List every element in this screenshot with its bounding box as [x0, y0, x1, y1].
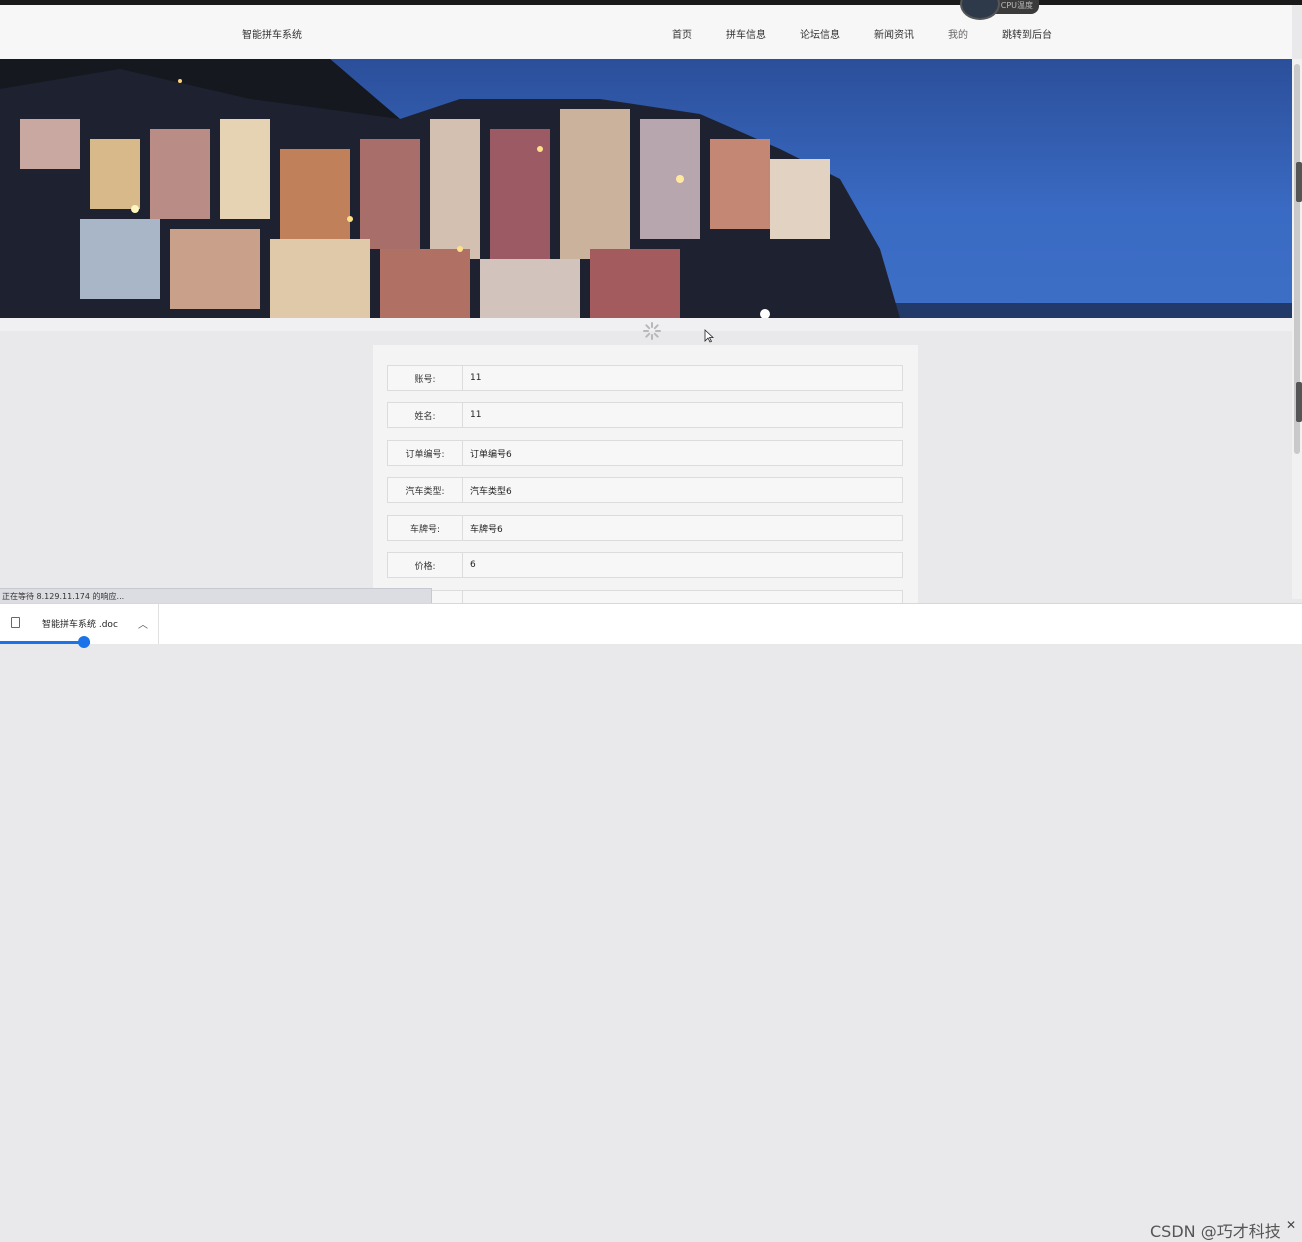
hero-banner-image: [0, 59, 1292, 318]
banner-illustration: [0, 59, 1292, 318]
watermark-text: CSDN @巧才科技: [1150, 1222, 1281, 1241]
detail-row-car-type: 汽车类型: 汽车类型6: [387, 477, 903, 503]
detail-label: 车牌号:: [388, 516, 463, 540]
scrollbar-marker: [1296, 162, 1302, 202]
detail-row-plate-number: 车牌号: 车牌号6: [387, 515, 903, 541]
detail-row-name: 姓名: 11: [387, 402, 903, 428]
detail-row-account: 账号: 11: [387, 365, 903, 391]
download-progress-indicator: [78, 636, 91, 648]
nav-forum[interactable]: 论坛信息: [800, 26, 840, 41]
document-icon: [11, 617, 20, 628]
detail-label: 订单编号:: [388, 441, 463, 465]
order-detail-card: 账号: 11 姓名: 11 订单编号: 订单编号6 汽车类型: 汽车类型6 车牌…: [373, 345, 918, 605]
nav-mine[interactable]: 我的: [948, 26, 968, 41]
detail-value[interactable]: 11: [463, 366, 902, 390]
download-shelf: 智能拼车系统 .doc ︿ CSDN @巧才科技 ✕: [0, 603, 1302, 1241]
nav-carpool-info[interactable]: 拼车信息: [726, 26, 766, 41]
page-scrollbar[interactable]: [1292, 59, 1302, 599]
detail-value[interactable]: 11: [463, 403, 902, 427]
detail-value[interactable]: 订单编号6: [463, 441, 902, 465]
download-file-name[interactable]: 智能拼车系统 .doc: [42, 617, 118, 630]
detail-label: 价格:: [388, 553, 463, 577]
detail-label: 姓名:: [388, 403, 463, 427]
detail-value[interactable]: 车牌号6: [463, 516, 902, 540]
browser-status-bar: 正在等待 8.129.11.174 的响应...: [0, 588, 432, 604]
detail-value[interactable]: 6: [463, 553, 902, 577]
scrollbar-marker: [1296, 382, 1302, 422]
detail-label: 汽车类型:: [388, 478, 463, 502]
site-brand[interactable]: 智能拼车系统: [242, 26, 302, 41]
loading-spinner-icon: [643, 322, 661, 340]
detail-label: 账号:: [388, 366, 463, 390]
site-header: 智能拼车系统 首页 拼车信息 论坛信息 新闻资讯 我的 跳转到后台: [0, 5, 1292, 60]
detail-value[interactable]: 汽车类型6: [463, 478, 902, 502]
detail-row-price: 价格: 6: [387, 552, 903, 578]
detail-row-order-number: 订单编号: 订单编号6: [387, 440, 903, 466]
close-icon[interactable]: ✕: [1286, 1218, 1296, 1232]
nav-admin[interactable]: 跳转到后台: [1002, 26, 1052, 41]
main-nav: 首页 拼车信息 论坛信息 新闻资讯 我的 跳转到后台: [672, 26, 1086, 41]
mouse-cursor-icon: [704, 329, 714, 343]
chevron-up-icon[interactable]: ︿: [138, 616, 148, 631]
nav-news[interactable]: 新闻资讯: [874, 26, 914, 41]
nav-home[interactable]: 首页: [672, 26, 692, 41]
download-item[interactable]: 智能拼车系统 .doc ︿: [0, 604, 159, 648]
